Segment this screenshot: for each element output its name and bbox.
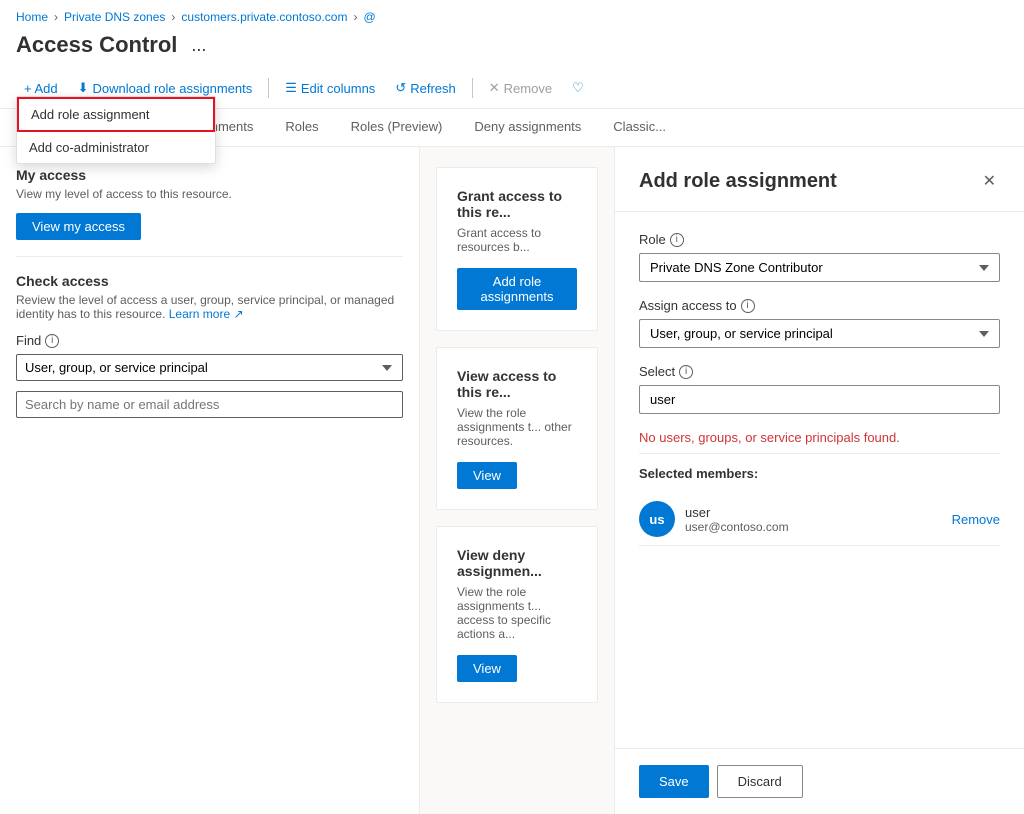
page-title-row: Access Control ... bbox=[0, 28, 1024, 68]
learn-more-link[interactable]: Learn more ↗ bbox=[169, 307, 244, 321]
assign-access-info-icon: i bbox=[741, 299, 755, 313]
close-side-panel-button[interactable]: ✕ bbox=[979, 167, 1000, 195]
left-panel: My access View my level of access to thi… bbox=[0, 147, 420, 814]
tab-deny-assignments[interactable]: Deny assignments bbox=[458, 109, 597, 146]
toolbar-separator-2 bbox=[472, 78, 473, 98]
find-label: Find i bbox=[16, 333, 403, 348]
dropdown-item-add-role-assignment[interactable]: Add role assignment bbox=[17, 97, 215, 132]
columns-icon: ☰ bbox=[285, 80, 297, 96]
assign-access-label: Assign access to i bbox=[639, 298, 1000, 313]
check-access-title: Check access bbox=[16, 273, 403, 289]
selected-members-label: Selected members: bbox=[639, 466, 1000, 481]
role-select[interactable]: Private DNS Zone Contributor bbox=[639, 253, 1000, 282]
member-avatar: us bbox=[639, 501, 675, 537]
side-panel-header: Add role assignment ✕ bbox=[615, 147, 1024, 212]
save-button[interactable]: Save bbox=[639, 765, 709, 798]
breadcrumb: Home › Private DNS zones › customers.pri… bbox=[0, 0, 1024, 28]
tab-classic[interactable]: Classic... bbox=[597, 109, 682, 146]
member-name: user bbox=[685, 505, 942, 520]
my-access-desc: View my level of access to this resource… bbox=[16, 187, 403, 201]
my-access-section: My access View my level of access to thi… bbox=[16, 167, 403, 240]
view-deny-card-title: View deny assignmen... bbox=[457, 547, 577, 579]
breadcrumb-at[interactable]: @ bbox=[363, 10, 375, 24]
view-access-card-desc: View the role assignments t... other res… bbox=[457, 406, 577, 448]
dropdown-item-add-co-admin[interactable]: Add co-administrator bbox=[17, 132, 215, 163]
select-field-label: Select i bbox=[639, 364, 1000, 379]
view-access-card-title: View access to this re... bbox=[457, 368, 577, 400]
grant-access-card: Grant access to this re... Grant access … bbox=[436, 167, 598, 331]
check-access-desc: Review the level of access a user, group… bbox=[16, 293, 403, 321]
side-panel-body: Role i Private DNS Zone Contributor Assi… bbox=[615, 212, 1024, 748]
edit-columns-button[interactable]: ☰ Edit columns bbox=[277, 74, 383, 102]
refresh-button[interactable]: ↺ Refresh bbox=[387, 74, 463, 102]
my-access-title: My access bbox=[16, 167, 403, 183]
download-label: Download role assignments bbox=[93, 81, 253, 96]
grant-access-card-desc: Grant access to resources b... bbox=[457, 226, 577, 254]
view-access-button[interactable]: View bbox=[457, 462, 517, 489]
breadcrumb-customer[interactable]: customers.private.contoso.com bbox=[181, 10, 347, 24]
view-my-access-button[interactable]: View my access bbox=[16, 213, 141, 240]
member-remove-button[interactable]: Remove bbox=[952, 512, 1000, 527]
assign-access-select[interactable]: User, group, or service principal bbox=[639, 319, 1000, 348]
remove-icon: ✕ bbox=[489, 80, 500, 96]
view-deny-card-desc: View the role assignments t... access to… bbox=[457, 585, 577, 641]
search-input[interactable] bbox=[16, 391, 403, 418]
refresh-label: Refresh bbox=[410, 81, 456, 96]
find-select[interactable]: User, group, or service principal Manage… bbox=[16, 354, 403, 381]
remove-label: Remove bbox=[504, 81, 552, 96]
download-icon: ⬇ bbox=[78, 80, 89, 96]
side-panel-title: Add role assignment bbox=[639, 170, 837, 193]
member-info: user user@contoso.com bbox=[685, 505, 942, 534]
view-deny-card: View deny assignmen... View the role ass… bbox=[436, 526, 598, 703]
tab-roles[interactable]: Roles bbox=[269, 109, 334, 146]
main-content: My access View my level of access to thi… bbox=[0, 147, 1024, 814]
find-info-icon: i bbox=[45, 334, 59, 348]
check-access-section: Check access Review the level of access … bbox=[16, 273, 403, 418]
refresh-icon: ↺ bbox=[395, 80, 406, 96]
side-panel-footer: Save Discard bbox=[615, 748, 1024, 814]
select-info-icon: i bbox=[679, 365, 693, 379]
page-title: Access Control bbox=[16, 32, 177, 58]
select-input[interactable] bbox=[639, 385, 1000, 414]
role-info-icon: i bbox=[670, 233, 684, 247]
remove-button[interactable]: ✕ Remove bbox=[481, 74, 560, 102]
breadcrumb-home[interactable]: Home bbox=[16, 10, 48, 24]
edit-columns-label: Edit columns bbox=[301, 81, 375, 96]
breadcrumb-private-dns[interactable]: Private DNS zones bbox=[64, 10, 165, 24]
add-dropdown-menu: Add role assignment Add co-administrator bbox=[16, 96, 216, 164]
side-panel: Add role assignment ✕ Role i Private DNS… bbox=[614, 147, 1024, 814]
member-email: user@contoso.com bbox=[685, 520, 942, 534]
toolbar-separator-1 bbox=[268, 78, 269, 98]
add-role-assignments-button[interactable]: Add role assignments bbox=[457, 268, 577, 310]
section-divider-1 bbox=[16, 256, 403, 257]
tab-roles-preview[interactable]: Roles (Preview) bbox=[335, 109, 459, 146]
role-field-label: Role i bbox=[639, 232, 1000, 247]
favorite-button[interactable]: ♡ bbox=[564, 74, 592, 102]
view-access-card: View access to this re... View the role … bbox=[436, 347, 598, 510]
ellipsis-button[interactable]: ... bbox=[185, 33, 212, 58]
center-panel: Grant access to this re... Grant access … bbox=[420, 147, 614, 814]
no-results-message: No users, groups, or service principals … bbox=[639, 422, 1000, 454]
member-row: us user user@contoso.com Remove bbox=[639, 493, 1000, 546]
view-deny-button[interactable]: View bbox=[457, 655, 517, 682]
grant-access-card-title: Grant access to this re... bbox=[457, 188, 577, 220]
discard-button[interactable]: Discard bbox=[717, 765, 803, 798]
